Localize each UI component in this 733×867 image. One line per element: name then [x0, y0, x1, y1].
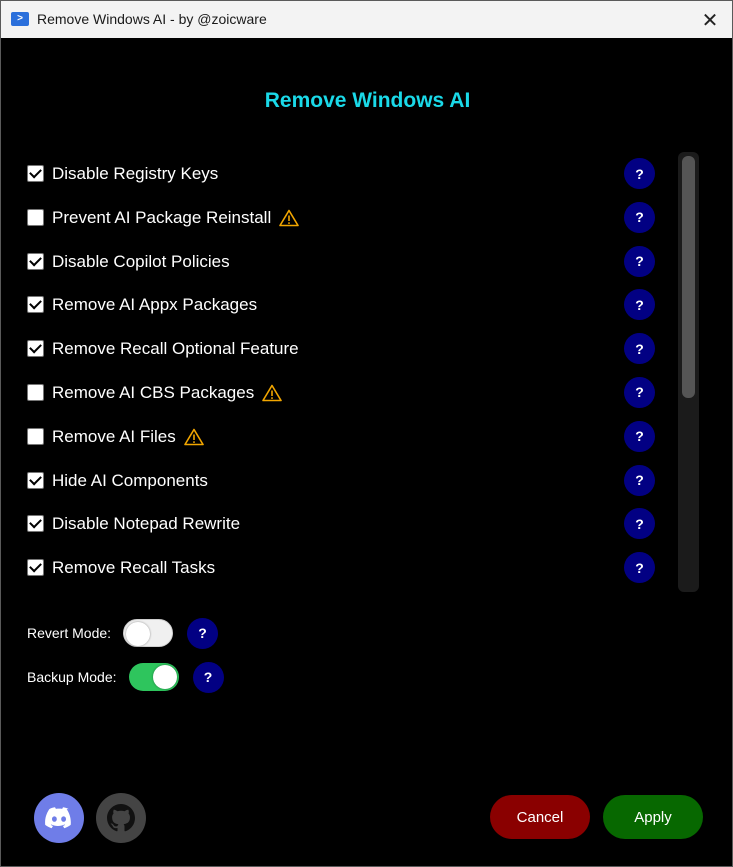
option-label[interactable]: Remove AI Appx Packages [52, 295, 257, 315]
option-checkbox[interactable] [27, 427, 44, 445]
option-help-button[interactable]: ? [624, 552, 655, 584]
option-checkbox[interactable] [27, 165, 44, 182]
apply-button[interactable]: Apply [603, 795, 703, 839]
option-checkbox[interactable] [27, 471, 44, 489]
option-checkbox[interactable] [27, 208, 44, 226]
option-label[interactable]: Remove AI CBS Packages [52, 382, 283, 403]
option-checkbox[interactable] [27, 383, 44, 401]
option-row: Remove AI CBS Packages? [27, 372, 667, 416]
revert-mode-row: Revert Mode: ? [27, 617, 219, 649]
toggle-knob [126, 622, 151, 646]
option-checkbox[interactable] [27, 252, 44, 270]
option-label-text: Disable Registry Keys [52, 164, 219, 183]
option-row: Disable Notepad Rewrite? [27, 503, 667, 547]
cancel-button[interactable]: Cancel [490, 795, 590, 839]
option-help-button[interactable]: ? [624, 376, 655, 408]
option-help-button[interactable]: ? [624, 333, 655, 365]
option-row: Remove AI Files? [27, 416, 667, 460]
backup-mode-label: Backup Mode: [27, 669, 117, 685]
option-label-text: Remove Recall Optional Feature [52, 339, 299, 359]
option-help-button[interactable]: ? [624, 508, 655, 540]
warning-icon [262, 384, 283, 402]
option-help-button[interactable]: ? [624, 289, 655, 321]
option-checkbox[interactable] [27, 296, 44, 314]
option-row: Remove Recall Optional Feature? [27, 328, 667, 372]
toggle-knob [152, 665, 177, 689]
scrollbar-track[interactable] [678, 152, 699, 592]
backup-mode-help-button[interactable]: ? [192, 661, 224, 693]
option-row: Remove Recall Tasks? [27, 547, 667, 591]
option-help-button[interactable]: ? [624, 245, 655, 277]
option-help-button[interactable]: ? [624, 420, 655, 452]
option-label[interactable]: Remove Recall Tasks [52, 558, 215, 578]
option-label-text: Remove AI Appx Packages [52, 295, 258, 315]
github-button[interactable] [96, 793, 146, 843]
warning-icon [279, 209, 300, 227]
warning-icon [183, 428, 204, 446]
revert-mode-toggle[interactable] [123, 619, 174, 647]
option-label-text: Remove AI CBS Packages [52, 382, 255, 402]
option-label[interactable]: Prevent AI Package Reinstall [52, 207, 300, 228]
app-window: > Remove Windows AI - by @zoicware ✕ Rem… [0, 0, 733, 867]
option-row: Prevent AI Package Reinstall? [27, 197, 667, 241]
option-checkbox[interactable] [27, 340, 44, 358]
option-checkbox[interactable] [27, 515, 44, 533]
option-label-text: Prevent AI Package Reinstall [52, 207, 272, 227]
backup-mode-row: Backup Mode: ? [27, 661, 224, 693]
powershell-icon: > [11, 12, 29, 26]
option-label[interactable]: Disable Notepad Rewrite [52, 514, 240, 534]
option-label[interactable]: Remove Recall Optional Feature [52, 339, 299, 359]
github-icon [107, 804, 135, 832]
scrollbar-thumb[interactable] [682, 156, 695, 398]
option-label-text: Disable Copilot Policies [52, 251, 230, 271]
option-row: Disable Copilot Policies? [27, 241, 667, 285]
option-label-text: Disable Notepad Rewrite [52, 514, 241, 534]
option-help-button[interactable]: ? [624, 158, 655, 189]
option-label-text: Remove AI Files [52, 426, 176, 446]
option-help-button[interactable]: ? [624, 464, 655, 496]
option-help-button[interactable]: ? [624, 201, 655, 233]
window-title: Remove Windows AI - by @zoicware [37, 11, 267, 27]
option-row: Remove AI Appx Packages? [27, 284, 667, 328]
backup-mode-toggle[interactable] [128, 663, 179, 691]
option-label[interactable]: Disable Copilot Policies [52, 252, 230, 272]
option-label[interactable]: Remove AI Files [52, 427, 204, 447]
option-label-text: Hide AI Components [52, 470, 208, 490]
option-row: Hide AI Components? [27, 460, 667, 504]
options-list: Disable Registry Keys? Prevent AI Package… [27, 153, 667, 591]
discord-icon [45, 807, 71, 829]
close-button[interactable]: ✕ [698, 8, 722, 32]
title-bar: > Remove Windows AI - by @zoicware ✕ [1, 1, 732, 38]
option-label-text: Remove Recall Tasks [52, 558, 216, 578]
option-label[interactable]: Hide AI Components [52, 471, 208, 491]
option-checkbox[interactable] [27, 559, 44, 577]
revert-mode-help-button[interactable]: ? [187, 617, 219, 649]
revert-mode-label: Revert Mode: [27, 625, 112, 641]
discord-button[interactable] [34, 793, 84, 843]
option-row: Disable Registry Keys? [27, 153, 667, 197]
option-label[interactable]: Disable Registry Keys [52, 164, 218, 184]
page-title: Remove Windows AI [264, 89, 471, 112]
